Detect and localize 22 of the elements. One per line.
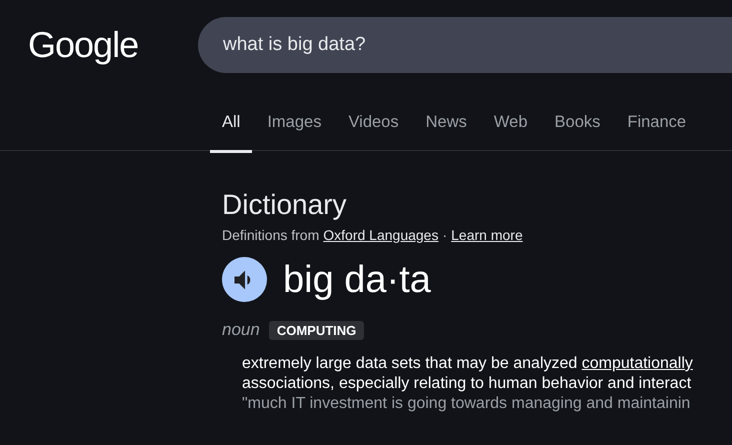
search-tab[interactable]: News (414, 103, 479, 153)
search-tab[interactable]: All (210, 103, 252, 153)
search-tab[interactable]: Videos (336, 103, 411, 153)
pronunciation-button[interactable] (222, 257, 267, 302)
source-link[interactable]: Oxford Languages (323, 227, 438, 243)
learn-more-link[interactable]: Learn more (451, 227, 523, 243)
definition-link[interactable]: computationally (582, 355, 693, 372)
subject-label: COMPUTING (268, 320, 364, 340)
definition-text: extremely large data sets that may be analyzed computationally (242, 354, 694, 374)
separator-dot: · (442, 227, 448, 243)
search-tab[interactable]: Books (542, 103, 612, 153)
definition-text: associations, especially relating to human behavior and interact (242, 374, 692, 394)
part-of-speech: noun (222, 320, 260, 340)
example-sentence: "much IT investment is going towards managing and maintainin (242, 394, 692, 414)
search-tab[interactable]: Web (482, 103, 540, 153)
section-title: Dictionary (222, 189, 348, 221)
search-field[interactable]: what is big data? (198, 17, 732, 73)
source-label: Definitions from (222, 227, 320, 243)
search-tab[interactable]: Images (255, 103, 334, 153)
headword: big da·ta (283, 258, 431, 302)
google-logo[interactable]: Google (28, 25, 198, 65)
search-tab[interactable]: Finance (615, 103, 698, 153)
